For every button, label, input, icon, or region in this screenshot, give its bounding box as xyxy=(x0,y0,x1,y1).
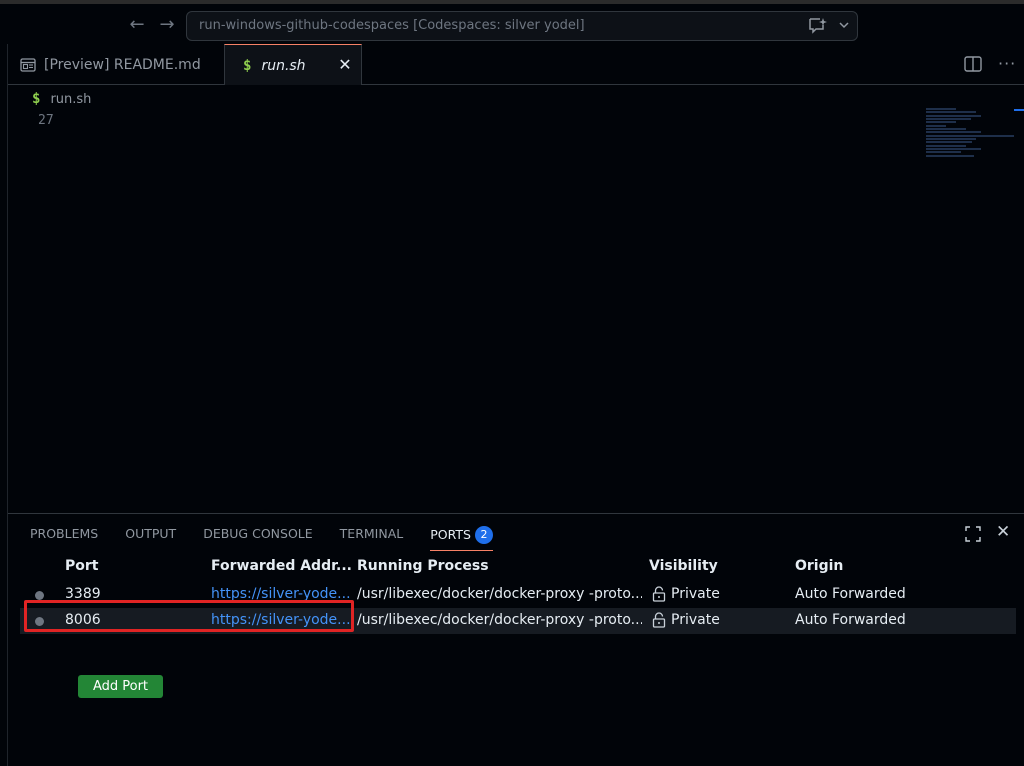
status-dot-icon xyxy=(35,591,44,600)
ports-count-badge: 2 xyxy=(474,526,493,544)
column-header-forwarded-address[interactable]: Forwarded Addr... xyxy=(211,558,352,574)
status-dot-icon xyxy=(35,617,44,626)
forwarded-address-link[interactable]: https://silver-yode... xyxy=(211,586,353,602)
dollar-icon: $ xyxy=(32,91,41,107)
bottom-panel: PROBLEMS OUTPUT DEBUG CONSOLE TERMINAL P… xyxy=(8,513,1024,766)
chevron-down-icon[interactable] xyxy=(837,18,851,32)
add-port-button[interactable]: Add Port xyxy=(78,675,163,698)
forwarded-address-link[interactable]: https://silver-yode... xyxy=(211,612,353,628)
title-bar: ← → run-windows-github-codespaces [Codes… xyxy=(0,0,1024,44)
arrow-left-icon[interactable]: ← xyxy=(126,14,148,36)
command-center-text: run-windows-github-codespaces [Codespace… xyxy=(199,18,585,33)
dollar-icon: $ xyxy=(243,57,252,74)
column-header-visibility[interactable]: Visibility xyxy=(649,558,718,574)
minimap[interactable] xyxy=(926,107,1016,167)
lock-icon xyxy=(652,612,666,628)
column-header-running-process[interactable]: Running Process xyxy=(357,558,489,574)
split-editor-icon[interactable] xyxy=(964,56,982,72)
column-header-origin[interactable]: Origin xyxy=(795,558,843,574)
running-process: /usr/libexec/docker/docker-proxy -proto.… xyxy=(357,612,642,628)
tab-label: [Preview] README.md xyxy=(44,56,201,73)
editor-area[interactable]: $ run.sh 27 xyxy=(8,85,1024,513)
tab-readme-preview[interactable]: [Preview] README.md xyxy=(8,44,222,85)
close-icon[interactable]: ✕ xyxy=(996,524,1010,541)
origin-value: Auto Forwarded xyxy=(795,612,906,628)
activity-bar-edge xyxy=(0,44,8,766)
port-number: 8006 xyxy=(65,612,101,628)
column-header-port[interactable]: Port xyxy=(65,558,98,574)
more-actions-icon[interactable]: ··· xyxy=(998,54,1016,73)
line-number: 27 xyxy=(38,113,54,128)
editor-tab-bar: [Preview] README.md $ run.sh ✕ ··· xyxy=(8,44,1024,86)
breadcrumb[interactable]: $ run.sh xyxy=(32,91,91,107)
tab-debug-console[interactable]: DEBUG CONSOLE xyxy=(203,526,312,551)
tab-label: run.sh xyxy=(261,57,306,74)
port-number: 3389 xyxy=(65,586,101,602)
lock-icon xyxy=(652,586,666,602)
preview-icon xyxy=(20,57,36,72)
tab-terminal[interactable]: TERMINAL xyxy=(340,526,404,551)
table-row[interactable]: 8006 https://silver-yode... /usr/libexec… xyxy=(20,608,1016,634)
running-process: /usr/libexec/docker/docker-proxy -proto.… xyxy=(357,586,642,602)
maximize-icon[interactable] xyxy=(965,526,981,542)
panel-tabs: PROBLEMS OUTPUT DEBUG CONSOLE TERMINAL P… xyxy=(30,526,520,551)
tab-ports-label: PORTS xyxy=(430,527,471,542)
minimap-marker xyxy=(1014,109,1024,111)
visibility-value[interactable]: Private xyxy=(671,612,720,628)
breadcrumb-file: run.sh xyxy=(50,91,92,107)
origin-value: Auto Forwarded xyxy=(795,586,906,602)
command-center[interactable]: run-windows-github-codespaces [Codespace… xyxy=(186,11,858,41)
tab-run-sh[interactable]: $ run.sh ✕ xyxy=(224,44,362,86)
tab-output[interactable]: OUTPUT xyxy=(125,526,176,551)
table-row[interactable]: 3389 https://silver-yode... /usr/libexec… xyxy=(20,582,1016,608)
tab-problems[interactable]: PROBLEMS xyxy=(30,526,98,551)
tab-ports[interactable]: PORTS 2 xyxy=(430,526,493,551)
close-icon[interactable]: ✕ xyxy=(337,57,353,73)
arrow-right-icon[interactable]: → xyxy=(156,14,178,36)
visibility-value[interactable]: Private xyxy=(671,586,720,602)
chat-sparkle-icon[interactable] xyxy=(807,17,827,35)
